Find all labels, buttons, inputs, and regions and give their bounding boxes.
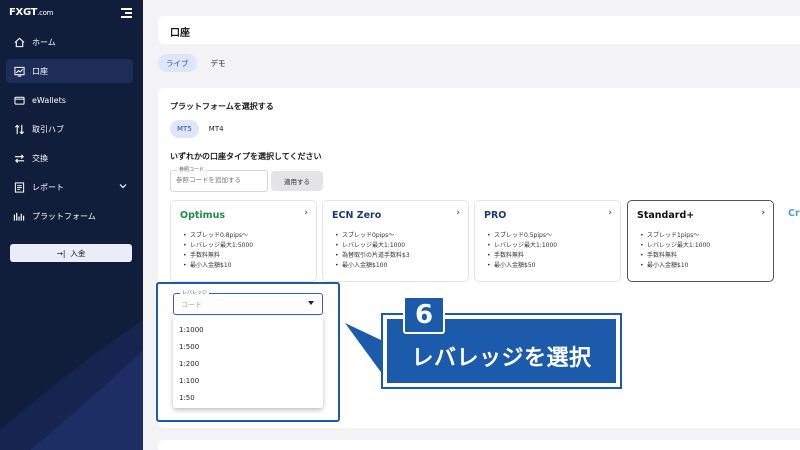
account-mode-tabs: ライブ デモ bbox=[158, 54, 234, 72]
account-card-ecn-zero[interactable]: ECN Zero › スプレッド0pips〜 レバレッジ最大1:1000 為替取… bbox=[322, 200, 469, 282]
platform-tabs: MT5 MT4 bbox=[170, 120, 231, 138]
exchange-icon bbox=[13, 152, 25, 164]
reference-code-field[interactable]: 参照コード bbox=[170, 166, 268, 192]
sidebar-item-label: 取引ハブ bbox=[32, 124, 64, 134]
sidebar-item-trade-hub[interactable]: 取引ハブ bbox=[6, 117, 133, 141]
feature-item: レバレッジ最大1:5000 bbox=[183, 241, 253, 251]
sidebar-decoration bbox=[0, 320, 143, 450]
account-features: スプレッド0.8pips〜 レバレッジ最大1:5000 手数料無料 最小入金額$… bbox=[183, 231, 253, 271]
logo-suffix: .com bbox=[37, 9, 54, 17]
trade-hub-icon bbox=[13, 123, 25, 135]
feature-item: スプレッド0.5pips〜 bbox=[487, 231, 557, 241]
account-features: スプレッド0pips〜 レバレッジ最大1:1000 為替取引の片道手数料$3 最… bbox=[335, 231, 410, 271]
leverage-option[interactable]: 1:50 bbox=[173, 389, 323, 406]
tab-mt4[interactable]: MT4 bbox=[202, 120, 231, 138]
feature-item: スプレッド0.8pips〜 bbox=[183, 231, 253, 241]
sidebar-item-label: プラットフォーム bbox=[32, 211, 96, 221]
fxgt-logo[interactable]: FXGT.com bbox=[9, 7, 53, 18]
leverage-label: レバレッジ bbox=[180, 289, 210, 296]
reference-code-label: 参照コード bbox=[177, 166, 207, 173]
leverage-option[interactable]: 1:200 bbox=[173, 355, 323, 372]
account-name: Optimus bbox=[180, 210, 225, 221]
platform-icon bbox=[13, 210, 25, 222]
sidebar-item-platform[interactable]: プラットフォーム bbox=[6, 204, 133, 228]
account-type-title: いずれかの口座タイプを選択してください bbox=[170, 152, 322, 161]
sidebar-item-exchange[interactable]: 交換 bbox=[6, 146, 133, 170]
menu-toggle-icon[interactable] bbox=[121, 8, 132, 18]
account-name: PRO bbox=[484, 210, 507, 221]
callout-text: レバレッジを選択 bbox=[411, 346, 592, 371]
sidebar-item-label: ホーム bbox=[32, 37, 56, 47]
account-card-pro[interactable]: PRO › スプレッド0.5pips〜 レバレッジ最大1:1000 手数料無料 … bbox=[474, 200, 621, 282]
report-icon bbox=[13, 181, 25, 193]
account-features: スプレッド0.5pips〜 レバレッジ最大1:1000 手数料無料 最小入金額$… bbox=[487, 231, 557, 271]
feature-item: 最小入金額$100 bbox=[335, 261, 410, 271]
feature-item: レバレッジ最大1:1000 bbox=[335, 241, 410, 251]
feature-item: 手数料無料 bbox=[640, 251, 710, 261]
deposit-button[interactable]: →| 入金 bbox=[10, 244, 132, 262]
home-icon bbox=[13, 36, 25, 48]
leverage-dropdown: 1:1000 1:500 1:200 1:100 1:50 bbox=[173, 316, 323, 408]
deposit-label: 入金 bbox=[70, 248, 86, 258]
account-name: Standard+ bbox=[637, 210, 695, 221]
feature-item: 最小入金額$50 bbox=[487, 261, 557, 271]
logo-text: FXGT bbox=[9, 7, 38, 18]
reference-code-input[interactable] bbox=[176, 176, 264, 184]
sidebar: FXGT.com ホーム 口座 eWallets 取引ハブ 交換 レポート プラ… bbox=[0, 0, 143, 450]
sidebar-item-label: 交換 bbox=[32, 153, 48, 163]
chevron-right-icon: › bbox=[456, 208, 460, 218]
account-features: スプレッド1pips〜 レバレッジ最大1:1000 手数料無料 最小入金額$10 bbox=[640, 231, 710, 271]
leverage-option[interactable]: 1:100 bbox=[173, 372, 323, 389]
sidebar-item-home[interactable]: ホーム bbox=[6, 30, 133, 54]
account-card-standard-plus[interactable]: Standard+ › スプレッド1pips〜 レバレッジ最大1:1000 手数… bbox=[627, 200, 774, 282]
account-card-optimus[interactable]: Optimus › スプレッド0.8pips〜 レバレッジ最大1:5000 手数… bbox=[170, 200, 317, 282]
platform-section-title: プラットフォームを選択する bbox=[170, 102, 274, 111]
feature-item: 為替取引の片道手数料$3 bbox=[335, 251, 410, 261]
account-card-next-peek[interactable]: Cr bbox=[788, 208, 800, 219]
leverage-select[interactable]: レバレッジ コード bbox=[173, 289, 323, 315]
leverage-option[interactable]: 1:1000 bbox=[173, 321, 323, 338]
chart-icon bbox=[13, 65, 25, 77]
feature-item: スプレッド1pips〜 bbox=[640, 231, 710, 241]
chevron-right-icon: › bbox=[761, 208, 765, 218]
leverage-option[interactable]: 1:500 bbox=[173, 338, 323, 355]
feature-item: スプレッド0pips〜 bbox=[335, 231, 410, 241]
sidebar-item-ewallets[interactable]: eWallets bbox=[6, 88, 133, 112]
sidebar-item-label: 口座 bbox=[32, 66, 48, 76]
sidebar-item-label: レポート bbox=[32, 182, 64, 192]
apply-button[interactable]: 適用する bbox=[271, 171, 323, 191]
sidebar-nav: ホーム 口座 eWallets 取引ハブ 交換 レポート プラットフォーム bbox=[0, 30, 143, 233]
chevron-right-icon: › bbox=[304, 208, 308, 218]
deposit-icon: →| bbox=[56, 248, 66, 258]
step-number-badge: 6 bbox=[403, 296, 445, 334]
page-title: 口座 bbox=[170, 28, 190, 39]
sidebar-item-accounts[interactable]: 口座 bbox=[6, 59, 133, 83]
caret-down-icon bbox=[308, 301, 314, 305]
next-section-card bbox=[158, 440, 800, 450]
feature-item: 最小入金額$10 bbox=[183, 261, 253, 271]
chevron-down-icon bbox=[119, 182, 127, 191]
wallet-icon bbox=[13, 94, 25, 106]
tab-demo[interactable]: デモ bbox=[203, 54, 234, 72]
feature-item: 最小入金額$10 bbox=[640, 261, 710, 271]
tab-mt5[interactable]: MT5 bbox=[170, 120, 199, 138]
feature-item: レバレッジ最大1:1000 bbox=[640, 241, 710, 251]
page-header: 口座 bbox=[158, 16, 800, 44]
chevron-right-icon: › bbox=[608, 208, 612, 218]
sidebar-item-label: eWallets bbox=[32, 95, 66, 105]
feature-item: 手数料無料 bbox=[487, 251, 557, 261]
tab-live[interactable]: ライブ bbox=[158, 54, 197, 72]
feature-item: レバレッジ最大1:1000 bbox=[487, 241, 557, 251]
feature-item: 手数料無料 bbox=[183, 251, 253, 261]
sidebar-item-report[interactable]: レポート bbox=[6, 175, 133, 199]
account-name: ECN Zero bbox=[332, 210, 382, 221]
leverage-placeholder: コード bbox=[181, 301, 202, 309]
